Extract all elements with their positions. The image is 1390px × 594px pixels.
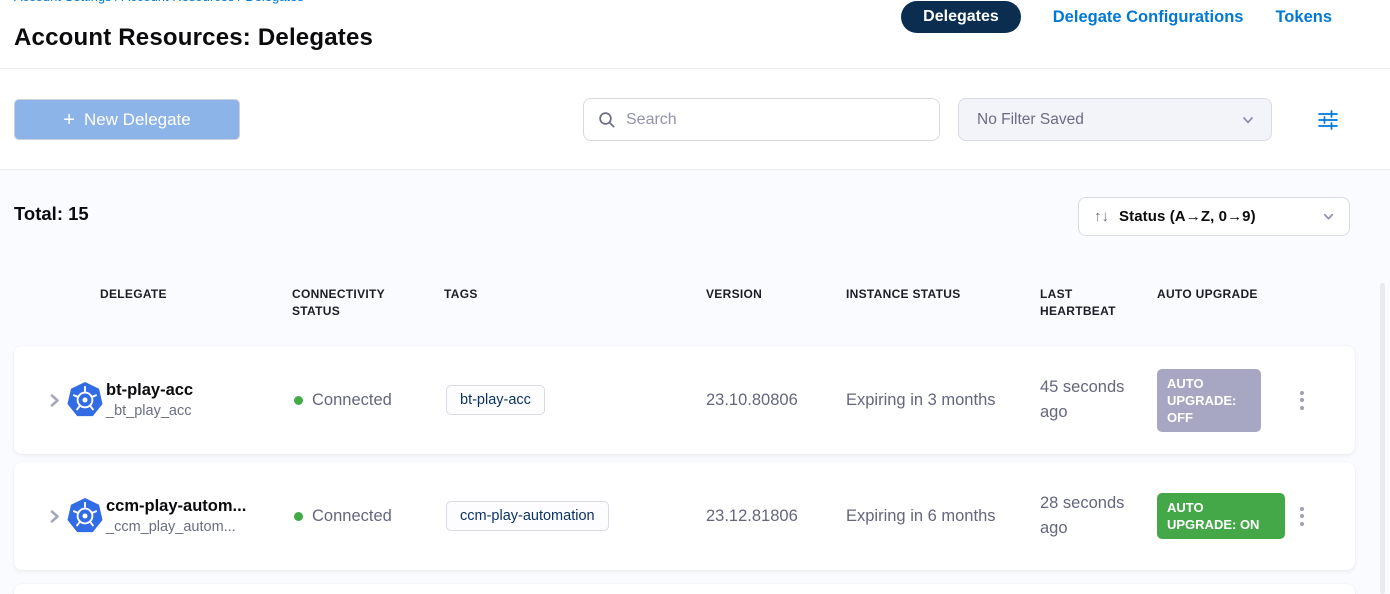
column-header-last-heartbeat: LAST HEARTBEAT [1040,286,1135,320]
column-header-version: VERSION [706,286,762,303]
chevron-right-icon [47,509,62,524]
tag-chip: ccm-play-automation [446,501,609,531]
row-menu-button[interactable] [1290,462,1314,570]
row-menu-button[interactable] [1290,346,1314,454]
connectivity-cell: Connected [294,462,392,570]
chevron-down-icon [1241,113,1255,127]
saved-filter-dropdown[interactable]: No Filter Saved [958,98,1272,141]
sliders-icon [1316,108,1340,132]
connected-status-dot [294,396,303,405]
row-expander[interactable] [44,462,64,570]
column-header-instance-status: INSTANCE STATUS [846,286,1016,303]
table-header-row: DELEGATE CONNECTIVITY STATUS TAGS VERSIO… [14,286,1355,326]
new-delegate-label: New Delegate [84,110,191,130]
plus-icon: + [63,110,75,130]
last-heartbeat: 45 seconds ago [1040,346,1154,454]
new-delegate-button[interactable]: + New Delegate [14,99,240,140]
connectivity-status: Connected [312,507,392,526]
version: 23.10.80806 [706,346,798,454]
search-input[interactable] [626,111,925,129]
delegate-name-cell: ccm-play-autom... _ccm_play_autom... [106,462,286,570]
delegates-page: Account Settings / Account Resources / D… [0,0,1390,594]
column-header-auto-upgrade: AUTO UPGRADE [1157,286,1307,303]
vertical-scrollbar[interactable] [1380,283,1385,594]
delegate-name: ccm-play-autom... [106,497,246,516]
tab-delegates[interactable]: Delegates [901,1,1021,33]
kubernetes-icon [66,346,104,454]
filter-settings-button[interactable] [1316,108,1340,132]
tab-delegate-configurations[interactable]: Delegate Configurations [1053,8,1244,27]
version: 23.12.81806 [706,462,798,570]
auto-upgrade-cell: AUTO UPGRADE: OFF [1157,346,1261,454]
saved-filter-value: No Filter Saved [977,111,1241,129]
more-options-icon [1300,507,1304,526]
sort-dropdown[interactable]: ↑↓ Status (A→Z, 0→9) [1078,197,1350,236]
delegate-name: bt-play-acc [106,381,193,400]
column-header-delegate: DELEGATE [100,286,167,303]
total-count: Total: 15 [14,203,89,225]
toolbar: + New Delegate No Filter Saved [0,69,1390,170]
row-expander[interactable] [44,346,64,454]
column-header-connectivity-status: CONNECTIVITY STATUS [292,286,427,320]
connected-status-dot [294,512,303,521]
tab-tokens[interactable]: Tokens [1275,8,1332,27]
connectivity-cell: Connected [294,346,392,454]
tab-bar: Delegates Delegate Configurations Tokens [901,1,1332,33]
auto-upgrade-cell: AUTO UPGRADE: ON [1157,462,1285,570]
breadcrumb-text: Account Settings / Account Resources / D… [14,0,304,5]
search-box [583,98,940,141]
instance-status: Expiring in 6 months [846,462,996,570]
content-area: Total: 15 ↑↓ Status (A→Z, 0→9) DELEGATE … [0,170,1390,594]
tag-chip: bt-play-acc [446,385,545,415]
last-heartbeat: 28 seconds ago [1040,462,1154,570]
more-options-icon [1300,391,1304,410]
tags-cell: bt-play-acc [446,346,545,454]
search-icon [598,111,616,129]
page-title: Account Resources: Delegates [14,24,373,52]
auto-upgrade-badge: AUTO UPGRADE: ON [1157,493,1285,539]
chevron-right-icon [47,393,62,408]
table-row[interactable]: bt-play-acc _bt_play_acc Connected bt-pl… [14,346,1355,454]
auto-upgrade-badge: AUTO UPGRADE: OFF [1157,369,1261,432]
column-header-tags: TAGS [444,286,478,303]
instance-status: Expiring in 3 months [846,346,996,454]
delegate-id: _ccm_play_autom... [106,519,236,535]
kubernetes-icon [66,462,104,570]
delegate-name-cell: bt-play-acc _bt_play_acc [106,346,286,454]
sort-arrows-icon: ↑↓ [1094,208,1109,225]
table-row[interactable]: ccm-play-autom... _ccm_play_autom... Con… [14,462,1355,570]
table-row[interactable] [14,584,1355,594]
connectivity-status: Connected [312,391,392,410]
breadcrumb[interactable]: Account Settings / Account Resources / D… [14,0,304,5]
tags-cell: ccm-play-automation [446,462,609,570]
sort-label: Status (A→Z, 0→9) [1119,208,1312,225]
delegate-id: _bt_play_acc [106,403,191,419]
chevron-down-icon [1322,210,1335,223]
